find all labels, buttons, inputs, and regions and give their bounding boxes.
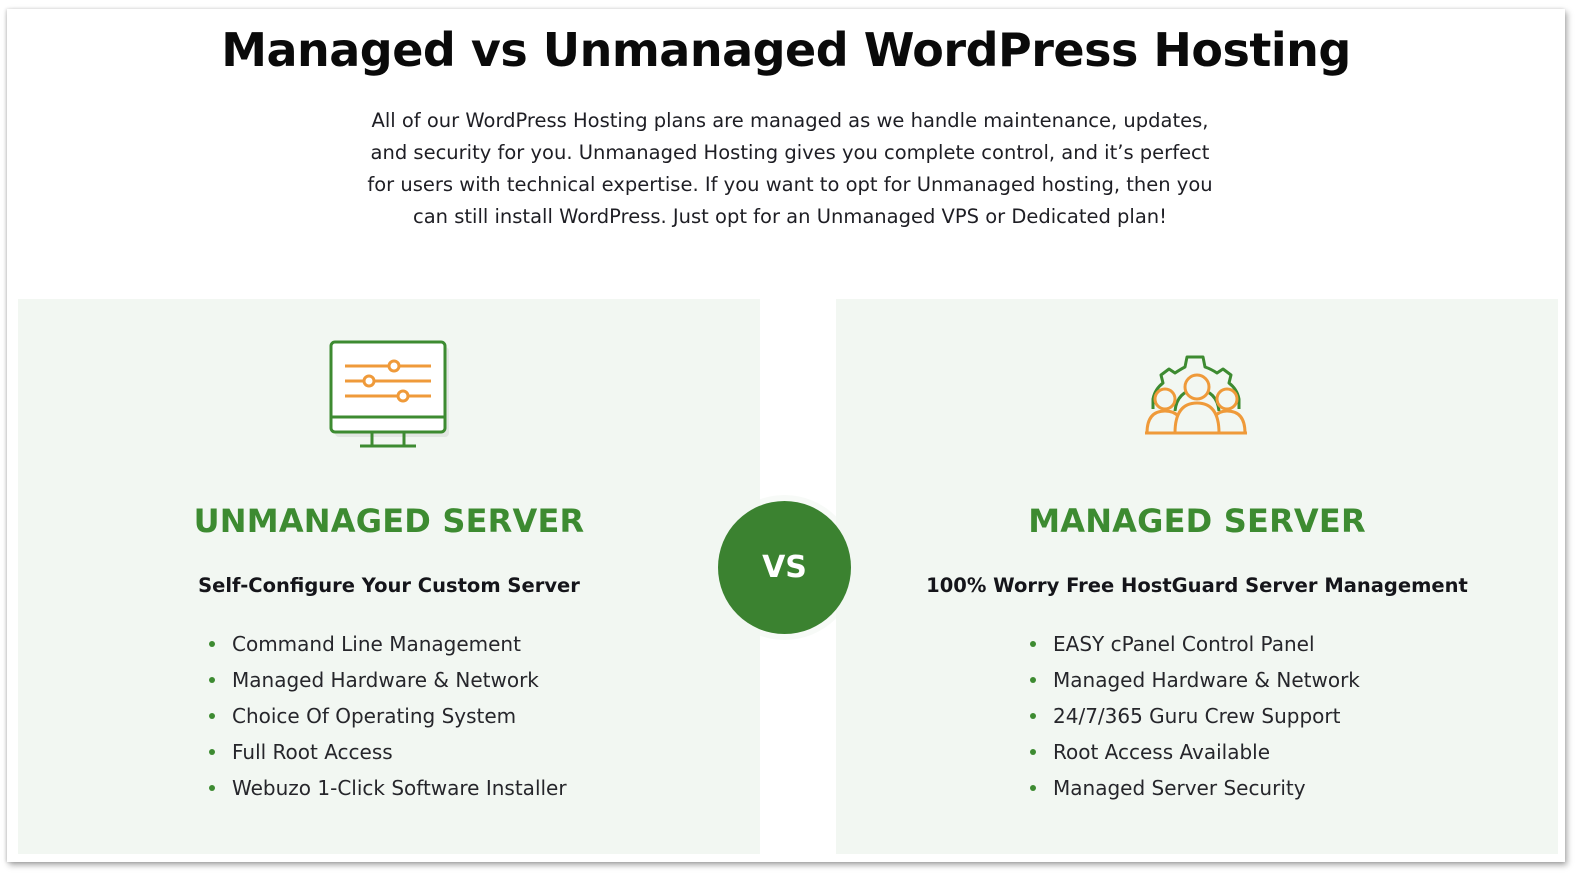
- unmanaged-title: UNMANAGED SERVER: [193, 502, 585, 540]
- unmanaged-subtitle: Self-Configure Your Custom Server: [198, 574, 580, 597]
- list-item: EASY cPanel Control Panel: [1027, 626, 1360, 662]
- vs-label: VS: [762, 550, 807, 585]
- unmanaged-feature-list: Command Line Management Managed Hardware…: [206, 626, 567, 806]
- bullet-icon: [1030, 677, 1036, 683]
- feature-text: Managed Server Security: [1053, 776, 1306, 800]
- bullet-icon: [209, 749, 215, 755]
- monitor-sliders-icon: [327, 339, 451, 456]
- list-item: Managed Hardware & Network: [206, 662, 567, 698]
- bullet-icon: [1030, 749, 1036, 755]
- list-item: Choice Of Operating System: [206, 698, 567, 734]
- intro-line: and security for you. Unmanaged Hosting …: [370, 141, 1210, 164]
- list-item: 24/7/365 Guru Crew Support: [1027, 698, 1360, 734]
- managed-server-panel: MANAGED SERVER 100% Worry Free HostGuard…: [836, 299, 1558, 854]
- bullet-icon: [209, 713, 215, 719]
- managed-subtitle: 100% Worry Free HostGuard Server Managem…: [926, 574, 1468, 597]
- bullet-icon: [1030, 641, 1036, 647]
- list-item: Command Line Management: [206, 626, 567, 662]
- intro-paragraph: All of our WordPress Hosting plans are m…: [307, 105, 1273, 233]
- list-item: Root Access Available: [1027, 734, 1360, 770]
- intro-line: for users with technical expertise. If y…: [367, 173, 1213, 196]
- feature-text: Root Access Available: [1053, 740, 1271, 764]
- feature-text: Managed Hardware & Network: [232, 668, 539, 692]
- feature-text: Command Line Management: [232, 632, 521, 656]
- team-gear-icon: [1135, 339, 1259, 444]
- bullet-icon: [1030, 785, 1036, 791]
- feature-text: EASY cPanel Control Panel: [1053, 632, 1315, 656]
- list-item: Managed Server Security: [1027, 770, 1360, 806]
- list-item: Full Root Access: [206, 734, 567, 770]
- managed-title: MANAGED SERVER: [1028, 502, 1366, 540]
- comparison-card: Managed vs Unmanaged WordPress Hosting A…: [7, 9, 1565, 862]
- feature-text: Choice Of Operating System: [232, 704, 517, 728]
- unmanaged-server-panel: UNMANAGED SERVER Self-Configure Your Cus…: [18, 299, 760, 854]
- bullet-icon: [1030, 713, 1036, 719]
- bullet-icon: [209, 785, 215, 791]
- managed-feature-list: EASY cPanel Control Panel Managed Hardwa…: [1027, 626, 1360, 806]
- list-item: Webuzo 1-Click Software Installer: [206, 770, 567, 806]
- feature-text: Webuzo 1-Click Software Installer: [232, 776, 567, 800]
- list-item: Managed Hardware & Network: [1027, 662, 1360, 698]
- feature-text: Full Root Access: [232, 740, 393, 764]
- page-title: Managed vs Unmanaged WordPress Hosting: [221, 23, 1351, 77]
- vs-badge: VS: [718, 501, 851, 634]
- bullet-icon: [209, 677, 215, 683]
- feature-text: 24/7/365 Guru Crew Support: [1053, 704, 1341, 728]
- bullet-icon: [209, 641, 215, 647]
- intro-line: All of our WordPress Hosting plans are m…: [371, 109, 1209, 132]
- intro-line: can still install WordPress. Just opt fo…: [413, 205, 1167, 228]
- feature-text: Managed Hardware & Network: [1053, 668, 1360, 692]
